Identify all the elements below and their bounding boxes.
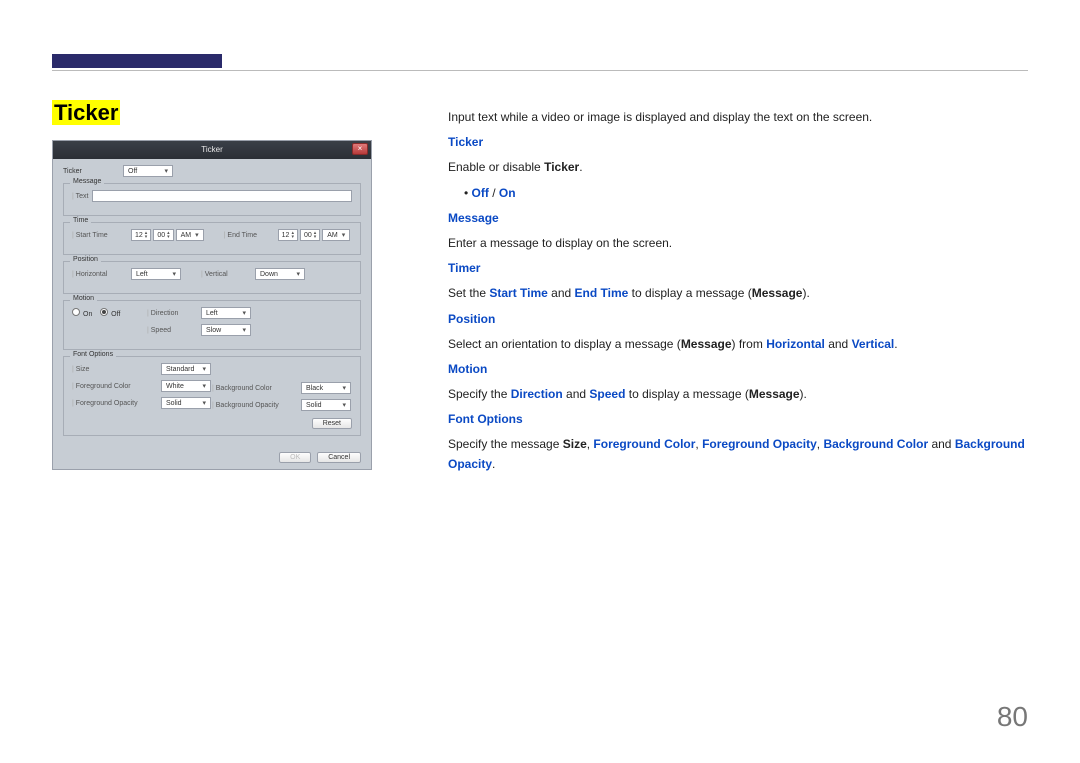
ticker-select[interactable]: Off▾ [123, 165, 173, 177]
time-fieldset: Time Start Time 12▴▾ 00▴▾ AM▾ End Time 1… [63, 222, 361, 255]
timer-desc: Set the Start Time and End Time to displ… [448, 284, 1028, 303]
legend-font-options: Font Options [70, 351, 116, 358]
label-end-time: End Time [224, 232, 274, 239]
position-fieldset: Position Horizontal Left▾ Vertical Down▾ [63, 261, 361, 294]
header-rule [52, 70, 1028, 71]
start-hour[interactable]: 12▴▾ [131, 229, 151, 241]
label-start-time: Start Time [72, 232, 127, 239]
cancel-button[interactable]: Cancel [317, 452, 361, 463]
font-options-fieldset: Font Options SizeStandard▾ Foreground Co… [63, 356, 361, 436]
direction-select[interactable]: Left▾ [201, 307, 251, 319]
legend-message: Message [70, 178, 104, 185]
start-ampm[interactable]: AM▾ [176, 229, 204, 241]
dialog-titlebar: Ticker × [53, 141, 371, 159]
message-fieldset: Message Text [63, 183, 361, 216]
speed-select[interactable]: Slow▾ [201, 324, 251, 336]
dialog-footer: OK Cancel [53, 448, 371, 469]
end-ampm[interactable]: AM▾ [322, 229, 350, 241]
label-bg-opacity: Background Opacity [212, 402, 297, 409]
label-bg-color: Background Color [212, 385, 297, 392]
label-size: Size [72, 366, 157, 373]
label-fg-color: Foreground Color [72, 383, 157, 390]
motion-on-radio[interactable] [72, 308, 80, 316]
ok-button[interactable]: OK [279, 452, 311, 463]
heading-ticker: Ticker [448, 135, 483, 149]
label-text: Text [72, 193, 88, 200]
end-hour[interactable]: 12▴▾ [278, 229, 298, 241]
label-ticker: Ticker [63, 168, 123, 175]
legend-position: Position [70, 256, 101, 263]
legend-time: Time [70, 217, 91, 224]
position-desc: Select an orientation to display a messa… [448, 335, 1028, 354]
horizontal-select[interactable]: Left▾ [131, 268, 181, 280]
heading-timer: Timer [448, 261, 480, 275]
label-vertical: Vertical [201, 271, 251, 278]
fg-opacity-select[interactable]: Solid▾ [161, 397, 211, 409]
bg-opacity-select[interactable]: Solid▾ [301, 399, 351, 411]
font-desc: Specify the message Size, Foreground Col… [448, 435, 1028, 473]
page-number: 80 [997, 701, 1028, 733]
size-select[interactable]: Standard▾ [161, 363, 211, 375]
page-title: Ticker [52, 100, 120, 126]
end-min[interactable]: 00▴▾ [300, 229, 320, 241]
dialog-title: Ticker [201, 145, 222, 154]
offon-bullet: Off / On [464, 184, 1028, 203]
close-button[interactable]: × [352, 143, 368, 155]
intro-text: Input text while a video or image is dis… [448, 108, 1028, 127]
content-column: Input text while a video or image is dis… [448, 108, 1028, 480]
label-fg-opacity: Foreground Opacity [72, 400, 157, 407]
label-on: On [83, 311, 92, 318]
label-direction: Direction [147, 310, 197, 317]
motion-off-radio[interactable] [100, 308, 108, 316]
heading-message: Message [448, 211, 499, 225]
heading-motion: Motion [448, 362, 487, 376]
heading-position: Position [448, 312, 495, 326]
message-input[interactable] [92, 190, 352, 202]
start-min[interactable]: 00▴▾ [153, 229, 173, 241]
legend-motion: Motion [70, 295, 97, 302]
ticker-desc: Enable or disable Ticker. [448, 158, 1028, 177]
ticker-dialog: Ticker × Ticker Off▾ Message Text Time S… [52, 140, 372, 470]
vertical-select[interactable]: Down▾ [255, 268, 305, 280]
label-off: Off [111, 311, 120, 318]
label-speed: Speed [147, 327, 197, 334]
motion-desc: Specify the Direction and Speed to displ… [448, 385, 1028, 404]
bg-color-select[interactable]: Black▾ [301, 382, 351, 394]
reset-button[interactable]: Reset [312, 418, 352, 429]
heading-font-options: Font Options [448, 412, 523, 426]
fg-color-select[interactable]: White▾ [161, 380, 211, 392]
message-desc: Enter a message to display on the screen… [448, 234, 1028, 253]
label-horizontal: Horizontal [72, 271, 127, 278]
motion-fieldset: Motion On Off Direction Left▾ Speed Slow… [63, 300, 361, 350]
chevron-down-icon: ▾ [164, 167, 168, 175]
header-accent [52, 54, 222, 68]
